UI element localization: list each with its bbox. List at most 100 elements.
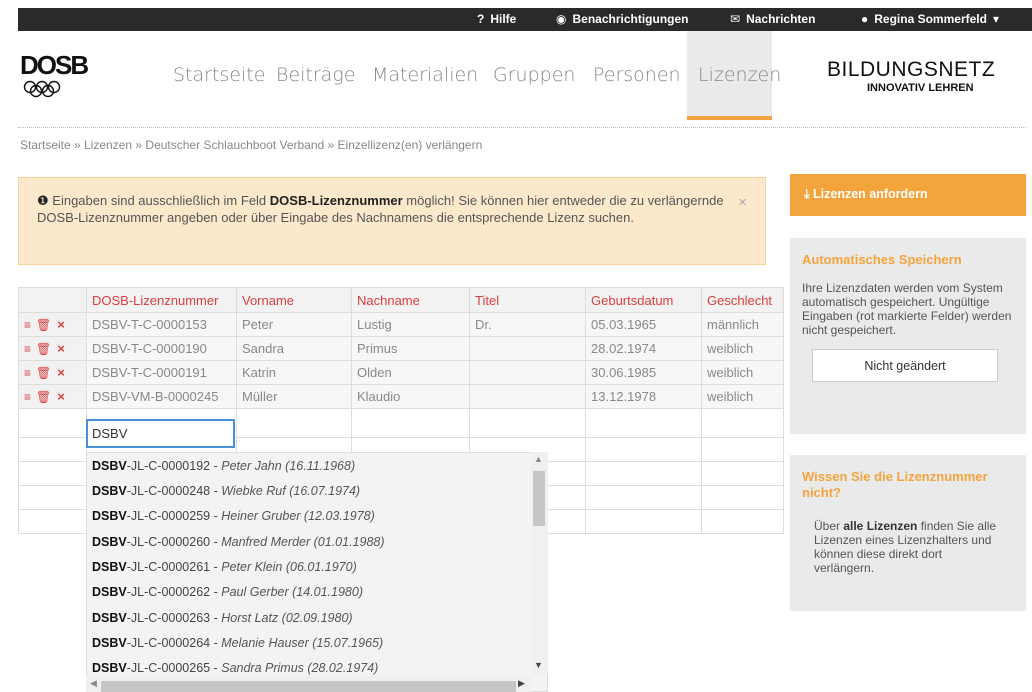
list-icon[interactable]: ≡: [24, 366, 31, 380]
column-header: Nachname: [351, 287, 470, 313]
scrollbar-thumb-horizontal[interactable]: [101, 681, 516, 692]
olympic-rings-icon: [23, 80, 61, 98]
question-icon: ?: [477, 12, 485, 26]
cell-gender: männlich: [701, 312, 784, 337]
cell-gender: weiblich: [701, 336, 784, 361]
trash-icon[interactable]: 🗑: [36, 318, 51, 332]
info-icon: ❶: [37, 193, 49, 208]
autocomplete-option[interactable]: DSBV-JL-C-0000261 - Peter Klein (06.01.1…: [92, 560, 357, 574]
row-actions: ≡ 🗑 ×: [18, 312, 87, 337]
actions-header: [18, 287, 87, 313]
cell-title: [469, 360, 586, 385]
dosb-logo[interactable]: DOSB: [20, 50, 89, 81]
table-row: ≡ 🗑 × DSBV-T-C-0000153 Peter Lustig Dr. 05…: [18, 312, 784, 337]
trash-icon[interactable]: 🗑: [36, 366, 51, 380]
cell-license[interactable]: DSBV-T-C-0000190: [86, 336, 237, 361]
remove-icon[interactable]: ×: [57, 389, 65, 404]
autocomplete-option[interactable]: DSBV-JL-C-0000260 - Manfred Merder (01.0…: [92, 535, 385, 549]
list-icon[interactable]: ≡: [24, 342, 31, 356]
remove-icon[interactable]: ×: [57, 341, 65, 356]
cell-firstname: Peter: [236, 312, 352, 337]
scroll-down-icon[interactable]: ▼: [534, 660, 543, 670]
cell-birthdate: 13.12.1978: [585, 384, 702, 409]
cell-firstname: Sandra: [236, 336, 352, 361]
divider: [18, 127, 1026, 128]
autocomplete-option[interactable]: DSBV-JL-C-0000265 - Sandra Primus (28.02…: [92, 661, 378, 675]
cell-license[interactable]: DSBV-VM-B-0000245: [86, 384, 237, 409]
row-actions: ≡ 🗑 ×: [18, 384, 87, 409]
nav-gruppen[interactable]: Gruppen: [493, 64, 575, 86]
autocomplete-option[interactable]: DSBV-JL-C-0000263 - Horst Latz (02.09.19…: [92, 611, 353, 625]
scroll-up-icon[interactable]: ▲: [534, 454, 543, 464]
remove-icon[interactable]: ×: [57, 365, 65, 380]
breadcrumb[interactable]: Startseite » Lizenzen » Deutscher Schlau…: [20, 138, 482, 152]
autosave-title: Automatisches Speichern: [802, 252, 962, 267]
column-header: Vorname: [236, 287, 352, 313]
autosave-status-button[interactable]: Nicht geändert: [812, 349, 998, 382]
table-row: ≡ 🗑 × DSBV-VM-B-0000245 Müller Klaudio 13.…: [18, 384, 784, 409]
table-row: ≡ 🗑 × DSBV-T-C-0000191 Katrin Olden 30.06.…: [18, 360, 784, 385]
messages-link[interactable]: ✉ Nachrichten: [730, 12, 815, 26]
cell-lastname: Lustig: [351, 312, 470, 337]
bildungsnetz-logo[interactable]: BILDUNGSNETZ: [827, 58, 995, 82]
cell-firstname: Müller: [236, 384, 352, 409]
row-actions: ≡ 🗑 ×: [18, 360, 87, 385]
cell-lastname: Primus: [351, 336, 470, 361]
license-number-input[interactable]: DSBV: [86, 419, 235, 448]
all-licenses-link[interactable]: alle Lizenzen: [843, 519, 917, 533]
list-icon[interactable]: ≡: [24, 390, 31, 404]
cell-lastname: Olden: [351, 360, 470, 385]
top-bar: ? Hilfe ◉ Benachrichtigungen ✉ Nachricht…: [18, 8, 1032, 31]
autocomplete-option[interactable]: DSBV-JL-C-0000259 - Heiner Gruber (12.03…: [92, 509, 375, 523]
autocomplete-option[interactable]: DSBV-JL-C-0000248 - Wiebke Ruf (16.07.19…: [92, 484, 360, 498]
nav-beitraege[interactable]: Beiträge: [276, 64, 355, 86]
scroll-right-icon[interactable]: ▶: [518, 678, 525, 689]
user-menu[interactable]: ● Regina Sommerfeld ▾: [861, 12, 999, 26]
info-alert: ❶ Eingaben sind ausschließlich im Feld D…: [18, 177, 766, 265]
autosave-panel: Automatisches Speichern Ihre Lizenzdaten…: [790, 238, 1026, 434]
column-header: Geschlecht: [701, 287, 784, 313]
caret-down-icon: ▾: [992, 12, 999, 26]
cell-gender: weiblich: [701, 360, 784, 385]
cell-title: Dr.: [469, 312, 586, 337]
cell-birthdate: 28.02.1974: [585, 336, 702, 361]
column-header: DOSB-Lizenznummer: [86, 287, 237, 313]
unknown-license-text: Über alle Lizenzen finden Sie alle Lizen…: [814, 519, 997, 575]
autocomplete-dropdown: DSBV-JL-C-0000192 - Peter Jahn (16.11.19…: [86, 452, 548, 692]
autosave-text: Ihre Lizenzdaten werden vom System autom…: [802, 281, 1012, 337]
cell-firstname: Katrin: [236, 360, 352, 385]
cell-title: [469, 384, 586, 409]
cell-license[interactable]: DSBV-T-C-0000153: [86, 312, 237, 337]
autocomplete-option[interactable]: DSBV-JL-C-0000264 - Melanie Hauser (15.0…: [92, 636, 383, 650]
nav-lizenzen[interactable]: Lizenzen: [698, 64, 781, 86]
unknown-license-title: Wissen Sie die Lizenznummer nicht?: [802, 469, 988, 500]
table-row: ≡ 🗑 × DSBV-T-C-0000190 Sandra Primus 28.02…: [18, 336, 784, 361]
scroll-left-icon[interactable]: ◀: [90, 678, 97, 689]
notifications-link[interactable]: ◉ Benachrichtigungen: [556, 12, 689, 26]
envelope-icon: ✉: [730, 12, 741, 26]
help-link[interactable]: ? Hilfe: [477, 12, 516, 26]
column-header: Titel: [469, 287, 586, 313]
cell-title: [469, 336, 586, 361]
autocomplete-option[interactable]: DSBV-JL-C-0000192 - Peter Jahn (16.11.19…: [92, 459, 355, 473]
user-icon: ●: [861, 12, 869, 26]
nav-materialien[interactable]: Materialien: [372, 64, 478, 86]
cell-license[interactable]: DSBV-T-C-0000191: [86, 360, 237, 385]
request-licenses-button[interactable]: ⤓ Lizenzen anfordern: [790, 174, 1026, 216]
autocomplete-option[interactable]: DSBV-JL-C-0000262 - Paul Gerber (14.01.1…: [92, 585, 363, 599]
bildungsnetz-subtitle: INNOVATIV LEHREN: [867, 82, 974, 94]
list-icon[interactable]: ≡: [24, 318, 31, 332]
close-icon[interactable]: ×: [738, 194, 747, 211]
nav-startseite[interactable]: Startseite: [173, 64, 265, 86]
remove-icon[interactable]: ×: [57, 317, 65, 332]
trash-icon[interactable]: 🗑: [36, 390, 51, 404]
scrollbar-thumb[interactable]: [533, 471, 545, 526]
trash-icon[interactable]: 🗑: [36, 342, 51, 356]
download-icon: ⤓: [804, 187, 810, 201]
globe-icon: ◉: [556, 12, 567, 26]
cell-gender: weiblich: [701, 384, 784, 409]
nav-active-indicator: [687, 116, 772, 120]
cell-birthdate: 05.03.1965: [585, 312, 702, 337]
cell-birthdate: 30.06.1985: [585, 360, 702, 385]
nav-personen[interactable]: Personen: [593, 64, 681, 86]
